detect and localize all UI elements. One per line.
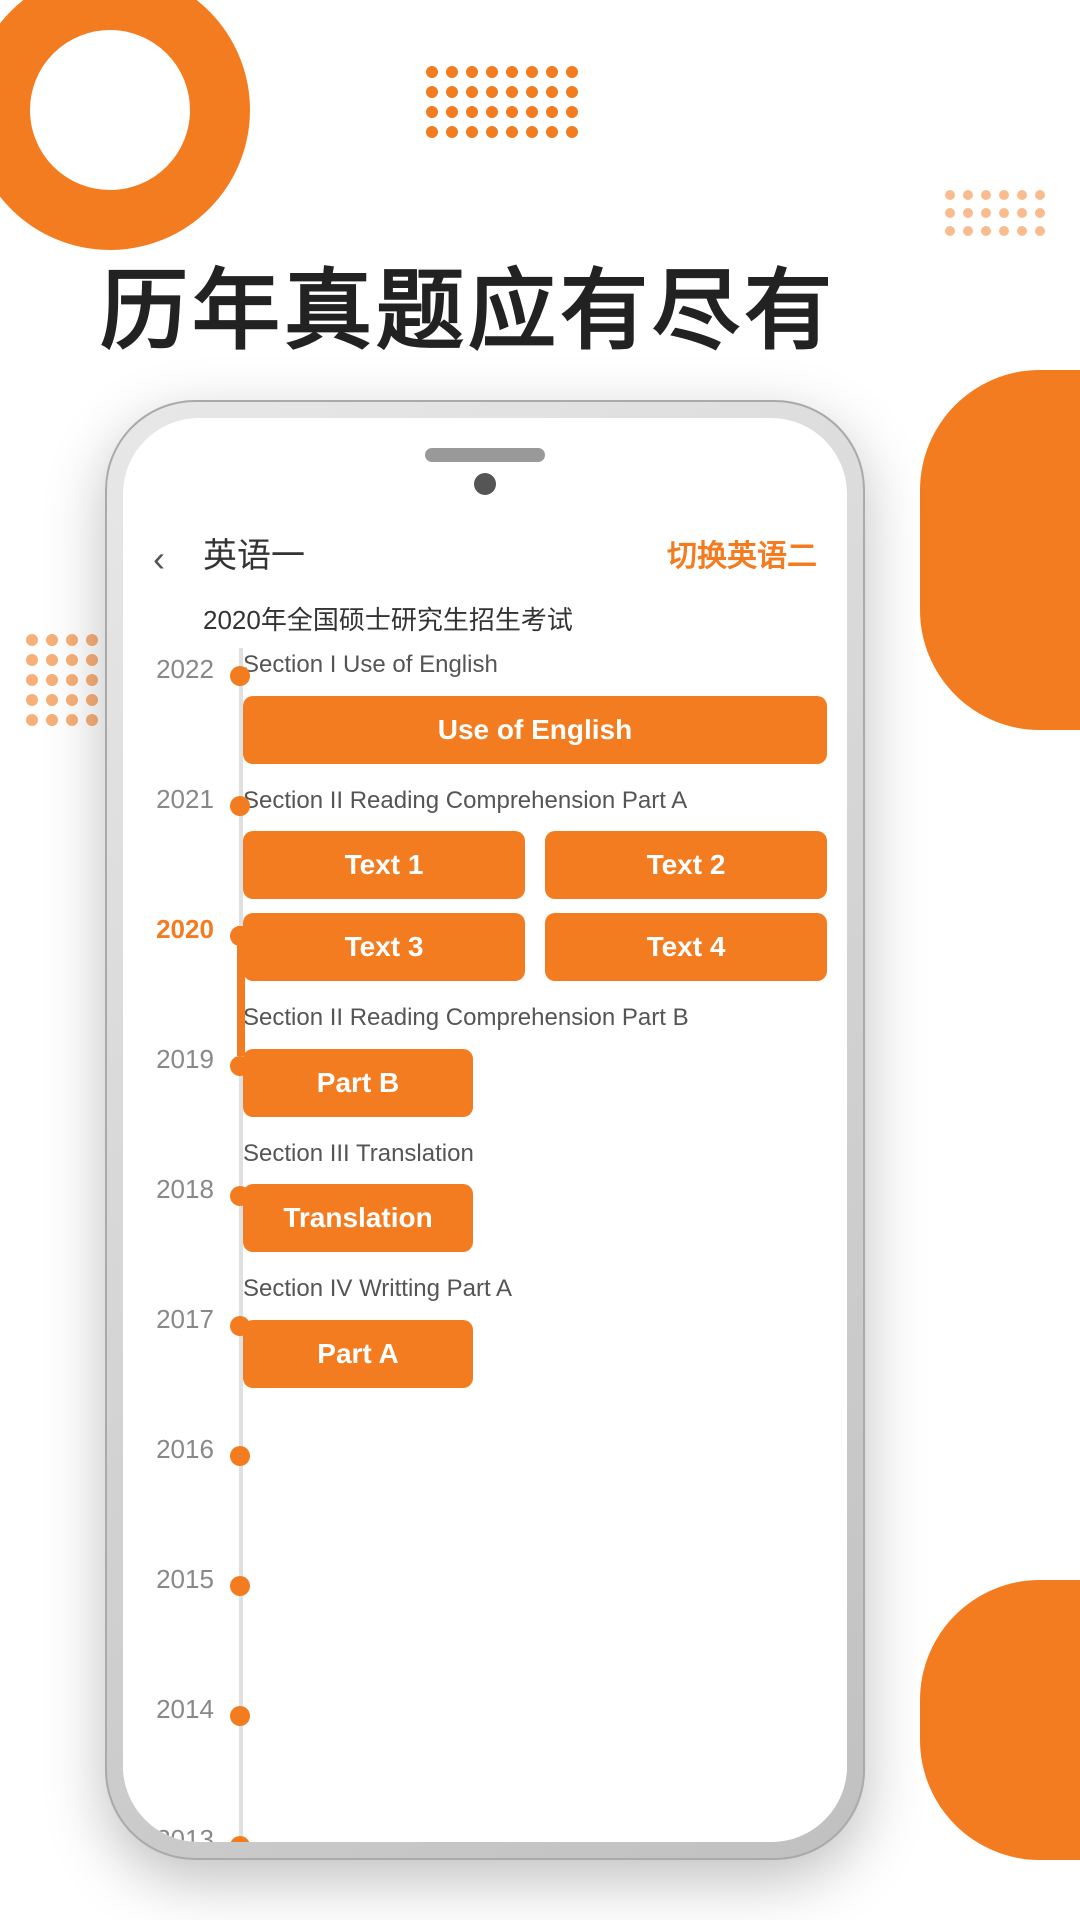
year-label-2018[interactable]: 2018 [145,1174,225,1205]
year-sidebar [143,648,233,1842]
use-of-english-button[interactable]: Use of English [243,696,827,764]
parta-button[interactable]: Part A [243,1320,473,1388]
dots-top-right [940,185,1050,245]
partb-button[interactable]: Part B [243,1049,473,1117]
section2a-buttons-row1: Text 1 Text 2 [243,831,827,899]
section1-container: Section I Use of English Use of English [243,648,827,764]
exam-title: 2020年全国硕士研究生招生考试 [203,600,817,637]
section4-label: Section IV Writting Part A [243,1272,827,1306]
deco-arc-right [920,370,1080,730]
year-dot-2020 [230,926,250,946]
translation-button[interactable]: Translation [243,1184,473,1252]
section3-container: Section III Translation Translation [243,1137,827,1253]
screen-content: ‹ 英语一 切换英语二 2020年全国硕士研究生招生考试 [123,518,847,1842]
section4-container: Section IV Writting Part A Part A [243,1272,827,1388]
screen-header: 英语一 切换英语二 [203,528,817,577]
section3-buttons: Translation [243,1184,827,1252]
year-label-2022[interactable]: 2022 [145,654,225,685]
section3-label: Section III Translation [243,1137,827,1171]
phone-camera [474,473,496,495]
screen-main: Section I Use of English Use of English … [243,638,827,1842]
deco-circle-top-left [0,0,250,250]
year-dot-2021 [230,796,250,816]
phone-outer: ‹ 英语一 切换英语二 2020年全国硕士研究生招生考试 [105,400,865,1860]
year-label-2017[interactable]: 2017 [145,1304,225,1335]
text4-button[interactable]: Text 4 [545,913,827,981]
section2a-buttons-row2: Text 3 Text 4 [243,913,827,981]
section1-buttons: Use of English [243,696,827,764]
year-dot-2019 [230,1056,250,1076]
back-button[interactable]: ‹ [153,538,165,580]
text2-button[interactable]: Text 2 [545,831,827,899]
text1-button[interactable]: Text 1 [243,831,525,899]
dots-top-center [422,62,582,142]
section2b-container: Section II Reading Comprehension Part B … [243,1001,827,1117]
year-label-2019[interactable]: 2019 [145,1044,225,1075]
section2b-label: Section II Reading Comprehension Part B [243,1001,827,1035]
switch-lang-button[interactable]: 切换英语二 [667,531,817,575]
year-dot-2017 [230,1316,250,1336]
section2a-container: Section II Reading Comprehension Part A … [243,784,827,982]
section4-buttons: Part A [243,1320,827,1388]
year-dot-2018 [230,1186,250,1206]
section2a-label: Section II Reading Comprehension Part A [243,784,827,818]
year-label-2014[interactable]: 2014 [145,1694,225,1725]
phone-inner: ‹ 英语一 切换英语二 2020年全国硕士研究生招生考试 [123,418,847,1842]
text3-button[interactable]: Text 3 [243,913,525,981]
year-dot-2015 [230,1576,250,1596]
year-dot-2014 [230,1706,250,1726]
year-label-2015[interactable]: 2015 [145,1564,225,1595]
headline: 历年真题应有尽有 [100,240,836,367]
section2b-buttons: Part B [243,1049,827,1117]
year-label-2013[interactable]: 2013 [145,1824,225,1842]
phone-mockup: ‹ 英语一 切换英语二 2020年全国硕士研究生招生考试 [105,400,865,1860]
year-label-2016[interactable]: 2016 [145,1434,225,1465]
deco-wave-bottom-right [920,1580,1080,1860]
year-dot-2016 [230,1446,250,1466]
screen-title: 英语一 [203,528,305,577]
year-label-2021[interactable]: 2021 [145,784,225,815]
phone-speaker [425,448,545,462]
year-label-2020[interactable]: 2020 [145,914,225,945]
section1-label: Section I Use of English [243,648,827,682]
year-dot-2022 [230,666,250,686]
